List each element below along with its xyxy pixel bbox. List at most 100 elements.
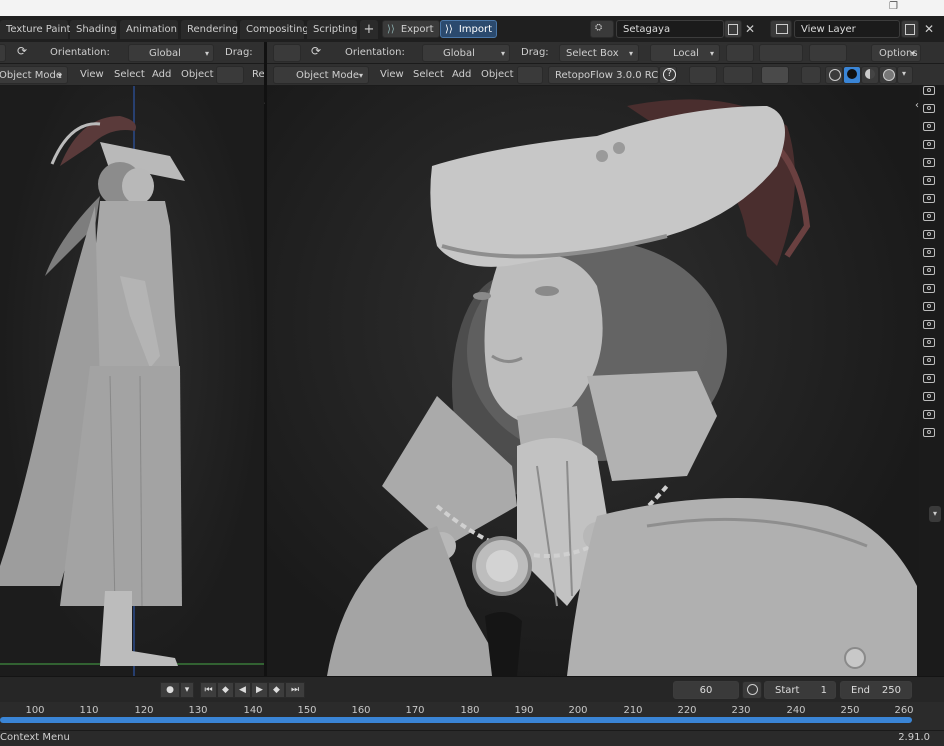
camera-icon[interactable]	[923, 284, 935, 293]
camera-icon[interactable]	[923, 374, 935, 383]
chevron-left-icon[interactable]: ‹	[915, 100, 919, 111]
camera-icon[interactable]	[923, 122, 935, 131]
xray-icon[interactable]	[801, 66, 821, 84]
delete-view-layer-icon[interactable]: ✕	[924, 22, 934, 36]
start-frame-field[interactable]: Start 1	[764, 681, 836, 699]
camera-icon[interactable]	[923, 176, 935, 185]
play-icon[interactable]: ▶	[251, 682, 268, 698]
camera-icon[interactable]	[923, 212, 935, 221]
frame-tick: 210	[623, 705, 643, 716]
frame-range-bar[interactable]	[0, 717, 912, 723]
right-viewport-header: Object Mode ▾ View Select Add Object Ret…	[267, 64, 944, 86]
menu-add[interactable]: Add	[152, 69, 171, 80]
scene-name-field[interactable]: Setagaya	[616, 20, 724, 38]
camera-icon[interactable]	[923, 248, 935, 257]
bust-sculpt	[327, 99, 917, 676]
drag-dropdown[interactable]: Select Box	[559, 44, 639, 62]
frame-tick: 250	[840, 705, 860, 716]
orientation-dropdown[interactable]: Global	[422, 44, 510, 62]
drag-label: Drag:	[225, 47, 253, 58]
keying-dropdown[interactable]: ▾	[180, 682, 194, 698]
left-3d-viewport[interactable]	[0, 86, 264, 676]
current-frame-field[interactable]: 60	[673, 681, 739, 699]
menu-select[interactable]: Select	[114, 69, 145, 80]
solid-shading-icon[interactable]	[843, 66, 861, 84]
tab-rendering[interactable]: Rendering	[181, 20, 238, 39]
mode-dropdown[interactable]: Object Mode	[273, 66, 369, 84]
right-tool-header: ⟳ Orientation: Global ▾ Drag: Select Box…	[267, 42, 944, 64]
camera-icon[interactable]	[923, 410, 935, 419]
tab-texture-paint[interactable]: Texture Paint	[0, 20, 71, 39]
chevron-down-icon: ▾	[359, 71, 364, 80]
timeline-ruler[interactable]: 100 110 120 130 140 150 160 170 180 190 …	[0, 702, 944, 730]
proportional-edit-icon[interactable]	[809, 44, 847, 62]
left-tool-header: ⟳ Orientation: Global ▾ Drag:	[0, 42, 264, 64]
orientation-dropdown[interactable]: Global	[128, 44, 214, 62]
snap-icon[interactable]	[517, 66, 543, 84]
camera-icon[interactable]	[923, 194, 935, 203]
chevron-down-icon: ▾	[911, 49, 916, 58]
orientation-gizmo-icon[interactable]: ⟳	[14, 44, 36, 62]
snap-target-icon[interactable]	[759, 44, 803, 62]
tab-animation[interactable]: Animation	[120, 20, 178, 39]
side-panel-toggle[interactable]: ▾	[929, 506, 941, 522]
menu-select[interactable]: Select	[413, 69, 444, 80]
delete-scene-icon[interactable]: ✕	[745, 22, 755, 36]
transform-icon[interactable]	[0, 44, 6, 62]
menu-object[interactable]: Object	[181, 69, 214, 80]
camera-icon[interactable]	[923, 320, 935, 329]
camera-icon[interactable]	[923, 140, 935, 149]
rendered-shading-icon[interactable]	[879, 66, 897, 84]
prev-keyframe-icon[interactable]: ◆	[217, 682, 234, 698]
play-reverse-icon[interactable]: ◀	[234, 682, 251, 698]
jump-start-icon[interactable]: ⏮	[200, 682, 217, 698]
retopoflow-addon-menu[interactable]: RetopoFlow 3.0.0 RC2	[548, 66, 659, 84]
material-shading-icon[interactable]	[861, 66, 879, 84]
jump-end-icon[interactable]: ⏭	[285, 682, 305, 698]
camera-icon[interactable]	[923, 302, 935, 311]
snap-icon[interactable]	[216, 66, 244, 84]
orientation-gizmo-icon[interactable]: ⟳	[307, 44, 331, 62]
camera-icon[interactable]	[923, 356, 935, 365]
new-scene-button[interactable]	[724, 20, 742, 38]
camera-icon[interactable]	[923, 104, 935, 113]
preview-range-icon[interactable]	[742, 681, 762, 699]
view-layer-icon[interactable]	[770, 20, 792, 38]
scene-selector-icon[interactable]: ⛭	[590, 20, 614, 38]
frame-tick: 140	[243, 705, 263, 716]
menu-view[interactable]: View	[380, 69, 404, 80]
wireframe-shading-icon[interactable]	[825, 66, 843, 84]
camera-icon[interactable]	[923, 230, 935, 239]
camera-icon[interactable]	[923, 86, 935, 95]
menu-view[interactable]: View	[80, 69, 104, 80]
transform-pivot-icon[interactable]	[273, 44, 301, 62]
new-view-layer-button[interactable]	[901, 20, 919, 38]
gizmo-icon[interactable]	[723, 66, 753, 84]
add-workspace-button[interactable]: +	[360, 20, 378, 39]
orientation-label: Orientation:	[50, 47, 110, 58]
right-3d-viewport[interactable]	[267, 86, 919, 676]
tab-scripting[interactable]: Scripting	[307, 20, 357, 39]
tab-compositing[interactable]: Compositing	[240, 20, 309, 39]
camera-icon[interactable]	[923, 158, 935, 167]
help-icon[interactable]: ?	[659, 66, 677, 84]
version-label: 2.91.0	[898, 732, 930, 743]
record-button[interactable]: ●	[160, 682, 180, 698]
camera-icon[interactable]	[923, 266, 935, 275]
snap-toggle-icon[interactable]	[726, 44, 754, 62]
end-frame-field[interactable]: End 250	[840, 681, 912, 699]
export-button[interactable]: ⟩⟩ Export	[382, 20, 440, 38]
next-keyframe-icon[interactable]: ◆	[268, 682, 285, 698]
view-layer-field[interactable]: View Layer	[794, 20, 900, 38]
camera-icon[interactable]	[923, 338, 935, 347]
menu-add[interactable]: Add	[452, 69, 471, 80]
camera-icon[interactable]	[923, 428, 935, 437]
restore-window-icon[interactable]: ❐	[889, 1, 898, 12]
tab-shading[interactable]: Shading	[70, 20, 117, 39]
camera-icon[interactable]	[923, 392, 935, 401]
overlay-icon[interactable]	[761, 66, 789, 84]
shading-options-icon[interactable]: ▾	[897, 66, 913, 84]
import-button[interactable]: ⟩⟩ Import	[440, 20, 497, 38]
menu-object[interactable]: Object	[481, 69, 514, 80]
visibility-icon[interactable]	[689, 66, 717, 84]
